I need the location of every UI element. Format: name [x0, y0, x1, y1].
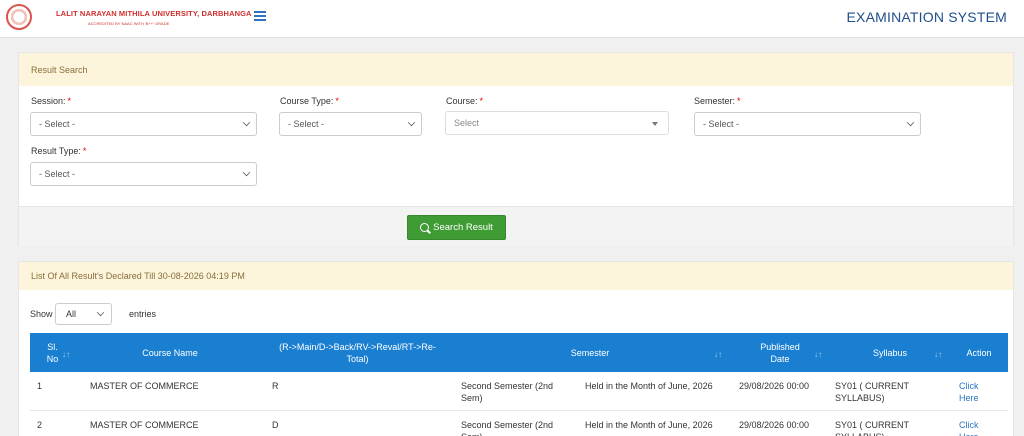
semester-label: Semester: *	[694, 96, 741, 106]
column-action[interactable]: Action	[950, 333, 1008, 372]
system-title: EXAMINATION SYSTEM	[846, 9, 1007, 25]
caret-down-icon	[652, 122, 658, 126]
sort-icon: ↓↑	[814, 350, 822, 359]
chevron-down-icon	[906, 118, 915, 127]
session-select[interactable]: - Select -	[30, 112, 257, 136]
cell-published-date: 29/08/2026 00:00	[739, 381, 810, 391]
results-table: Sl. No ↓↑ Course Name (R->Main/D->Back/RV…	[30, 333, 1008, 436]
cell-syllabus: SY01 ( CURRENT SYLLABUS)	[835, 381, 909, 403]
result-type-label: Result Type: *	[31, 146, 87, 156]
column-published-date[interactable]: Published Date ↓↑	[730, 333, 830, 372]
chevron-down-icon	[96, 308, 105, 317]
search-icon	[420, 223, 430, 232]
hamburger-menu-icon[interactable]	[254, 11, 266, 21]
cell-syllabus: SY01 ( CURRENT SYLLABUS)	[835, 420, 909, 436]
column-sl-no[interactable]: Sl. No ↓↑	[30, 333, 75, 372]
results-list-panel: List Of All Result's Declared Till 30-08…	[18, 261, 1014, 436]
cell-sl-no: 2	[37, 420, 43, 430]
chevron-down-icon	[242, 168, 251, 177]
entries-label: entries	[129, 309, 157, 319]
table-row: 2 MASTER OF COMMERCE D Second Semester (…	[30, 411, 1008, 436]
accreditation-text: ACCREDITED BY NAAC WITH 'B++' GRADE	[88, 21, 170, 26]
result-search-panel: Result Search Session: * - Select - Cours…	[18, 52, 1014, 246]
cell-course-name: MASTER OF COMMERCE	[90, 381, 199, 391]
cell-held: Held in the Month of June, 2026	[585, 420, 713, 430]
column-semester[interactable]: Semester ↓↑	[450, 333, 730, 372]
column-result-type[interactable]: (R->Main/D->Back/RV->Reval/RT->Re-Total)	[265, 333, 450, 372]
university-name: LALIT NARAYAN MITHILA UNIVERSITY, DARBHA…	[56, 9, 252, 18]
sort-icon: ↓↑	[714, 350, 722, 359]
cell-held: Held in the Month of June, 2026	[585, 381, 713, 391]
click-here-link[interactable]: Click Here	[959, 380, 993, 404]
results-list-heading: List Of All Result's Declared Till 30-08…	[19, 262, 1013, 290]
top-header: LALIT NARAYAN MITHILA UNIVERSITY, DARBHA…	[0, 0, 1024, 38]
cell-semester: Second Semester (2nd Sem)	[461, 420, 554, 436]
column-syllabus[interactable]: Syllabus ↓↑	[830, 333, 950, 372]
sort-icon: ↓↑	[934, 350, 942, 359]
sort-icon: ↓↑	[62, 350, 70, 359]
cell-course-name: MASTER OF COMMERCE	[90, 420, 199, 430]
chevron-down-icon	[407, 118, 416, 127]
university-logo	[6, 4, 32, 30]
cell-result-type: R	[272, 381, 279, 391]
table-row: 1 MASTER OF COMMERCE R Second Semester (…	[30, 372, 1008, 411]
cell-published-date: 29/08/2026 00:00	[739, 420, 810, 430]
course-select[interactable]: Select	[445, 111, 669, 135]
result-type-select[interactable]: - Select -	[30, 162, 257, 186]
cell-result-type: D	[272, 420, 279, 430]
cell-semester: Second Semester (2nd Sem)	[461, 381, 554, 403]
semester-select[interactable]: - Select -	[694, 112, 921, 136]
session-label: Session: *	[31, 96, 72, 106]
result-search-heading: Result Search	[19, 53, 1013, 86]
cell-sl-no: 1	[37, 381, 43, 391]
search-result-button[interactable]: Search Result	[407, 215, 506, 240]
search-panel-footer: Search Result	[19, 206, 1013, 246]
table-header: Sl. No ↓↑ Course Name (R->Main/D->Back/RV…	[30, 333, 1008, 372]
column-course-name[interactable]: Course Name	[75, 333, 265, 372]
course-type-label: Course Type: *	[280, 96, 339, 106]
entries-length-select[interactable]: All	[55, 303, 112, 325]
click-here-link[interactable]: Click Here	[959, 419, 993, 436]
course-label: Course: *	[446, 96, 484, 106]
show-label: Show	[30, 309, 53, 319]
chevron-down-icon	[242, 118, 251, 127]
course-type-select[interactable]: - Select -	[279, 112, 422, 136]
